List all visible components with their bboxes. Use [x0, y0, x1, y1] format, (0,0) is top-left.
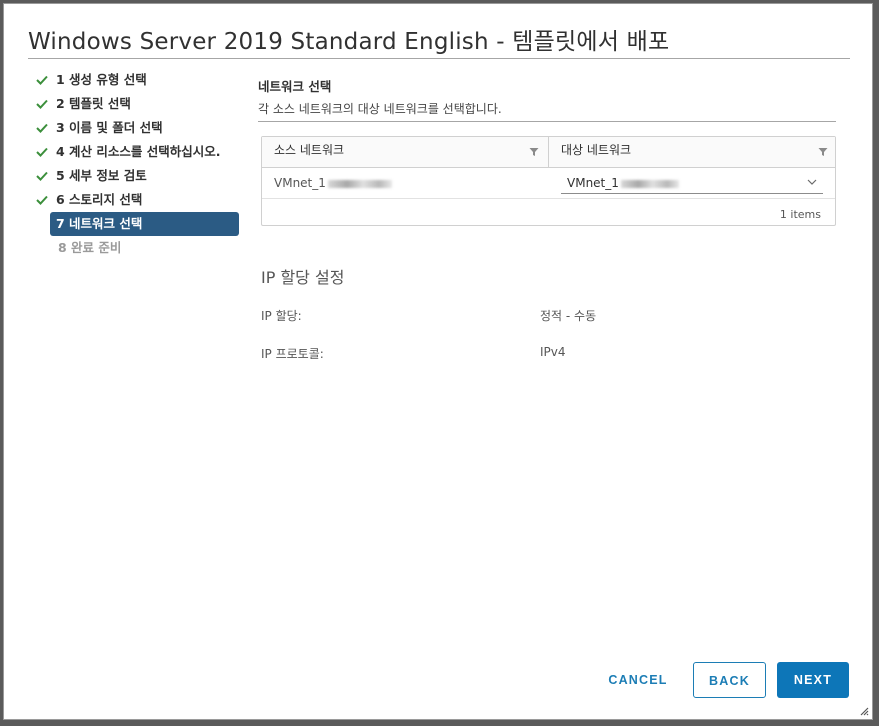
- ip-protocol-value: IPv4: [540, 345, 566, 359]
- cancel-button[interactable]: CANCEL: [600, 662, 676, 698]
- source-network-cell: VMnet_1: [274, 168, 392, 198]
- step-label: 7 네트워크 선택: [56, 216, 143, 231]
- step-label: 2 템플릿 선택: [56, 96, 131, 111]
- ip-allocation-label: IP 할당:: [261, 309, 302, 323]
- step-select-storage[interactable]: 6 스토리지 선택: [32, 188, 242, 212]
- next-button[interactable]: NEXT: [777, 662, 849, 698]
- table-row[interactable]: VMnet_1 VMnet_1: [262, 168, 835, 199]
- step-select-name-folder[interactable]: 3 이름 및 폴더 선택: [32, 116, 242, 140]
- section-divider: [258, 121, 836, 122]
- step-label: 5 세부 정보 검토: [56, 168, 147, 183]
- column-label: 대상 네트워크: [561, 143, 632, 157]
- resize-grip-icon[interactable]: [859, 706, 869, 716]
- step-label: 8 완료 준비: [58, 240, 122, 255]
- network-mapping-grid: 소스 네트워크 대상 네트워크 VMnet_1 VMnet_1 1 items: [261, 136, 836, 226]
- deploy-from-template-dialog: Windows Server 2019 Standard English - 템…: [3, 3, 873, 720]
- step-label: 6 스토리지 선택: [56, 192, 143, 207]
- section-description: 각 소스 네트워크의 대상 네트워크를 선택합니다.: [258, 102, 502, 116]
- check-icon: [36, 92, 50, 116]
- title-divider: [28, 58, 850, 59]
- grid-header: 소스 네트워크 대상 네트워크: [262, 137, 835, 168]
- step-select-template[interactable]: 2 템플릿 선택: [32, 92, 242, 116]
- step-select-creation-type[interactable]: 1 생성 유형 선택: [32, 68, 242, 92]
- check-icon: [36, 68, 50, 92]
- ip-allocation-value: 정적 - 수동: [540, 309, 597, 323]
- check-icon: [36, 188, 50, 212]
- dialog-title: Windows Server 2019 Standard English - 템…: [28, 29, 670, 55]
- redacted-text: [327, 179, 392, 188]
- ip-allocation-title: IP 할당 설정: [261, 268, 345, 287]
- destination-network-select[interactable]: VMnet_1: [561, 174, 823, 194]
- step-select-network[interactable]: 7 네트워크 선택: [50, 212, 239, 236]
- filter-icon[interactable]: [818, 147, 828, 157]
- redacted-text: [620, 179, 679, 188]
- column-header-source-network[interactable]: 소스 네트워크: [262, 137, 549, 167]
- ip-protocol-label: IP 프로토콜:: [261, 347, 324, 361]
- step-label: 1 생성 유형 선택: [56, 72, 147, 87]
- column-header-destination-network[interactable]: 대상 네트워크: [549, 137, 835, 167]
- wizard-steps: 1 생성 유형 선택 2 템플릿 선택 3 이름 및 폴더 선택 4 계산 리소…: [32, 68, 242, 260]
- section-title: 네트워크 선택: [258, 79, 332, 94]
- filter-icon[interactable]: [529, 147, 539, 157]
- step-select-compute-resource[interactable]: 4 계산 리소스를 선택하십시오.: [32, 140, 242, 164]
- source-network-name: VMnet_1: [274, 176, 326, 190]
- step-review-details[interactable]: 5 세부 정보 검토: [32, 164, 242, 188]
- chevron-down-icon: [807, 179, 817, 185]
- check-icon: [36, 164, 50, 188]
- column-label: 소스 네트워크: [274, 143, 345, 157]
- step-label: 4 계산 리소스를 선택하십시오.: [56, 144, 221, 159]
- grid-item-count: 1 items: [779, 208, 821, 221]
- step-ready-to-complete: 8 완료 준비: [32, 236, 242, 260]
- step-label: 3 이름 및 폴더 선택: [56, 120, 163, 135]
- network-selection-panel: 네트워크 선택 각 소스 네트워크의 대상 네트워크를 선택합니다. 소스 네트…: [258, 74, 838, 361]
- back-button[interactable]: BACK: [693, 662, 766, 698]
- check-icon: [36, 140, 50, 164]
- destination-network-value: VMnet_1: [567, 176, 619, 190]
- check-icon: [36, 116, 50, 140]
